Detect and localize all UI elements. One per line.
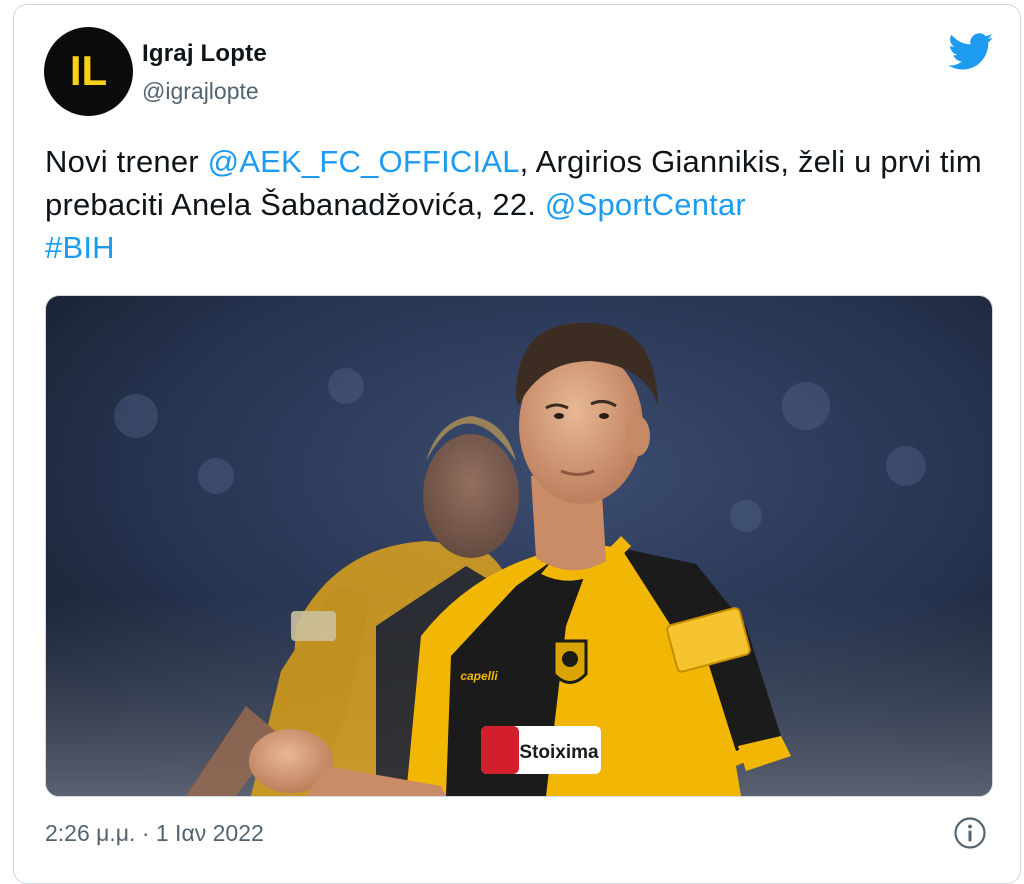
tweet-text-part: Novi trener xyxy=(45,144,208,179)
football-player-photo: Stoixima capelli xyxy=(46,296,992,796)
tweet-photo[interactable]: Stoixima capelli xyxy=(45,295,993,797)
tweet-text: Novi trener @AEK_FC_OFFICIAL, Argirios G… xyxy=(45,140,995,269)
kit-brand-text: capelli xyxy=(460,669,498,683)
hashtag-bih[interactable]: #BIH xyxy=(45,230,115,265)
info-icon[interactable] xyxy=(953,816,987,850)
author-handle[interactable]: @igrajlopte xyxy=(142,78,259,105)
author-name[interactable]: Igraj Lopte xyxy=(142,40,267,68)
avatar[interactable]: IL xyxy=(44,27,133,116)
mention-aek-fc-official[interactable]: @AEK_FC_OFFICIAL xyxy=(208,144,520,179)
tweet-timestamp[interactable]: 2:26 μ.μ. · 1 Ιαν 2022 xyxy=(45,820,264,847)
avatar-letters: IL xyxy=(70,47,107,94)
shirt-sponsor-text: Stoixima xyxy=(519,742,599,763)
avatar-logo: IL xyxy=(70,47,107,94)
mention-sportcentar[interactable]: @SportCentar xyxy=(545,187,746,222)
twitter-bird-icon[interactable] xyxy=(948,33,994,71)
